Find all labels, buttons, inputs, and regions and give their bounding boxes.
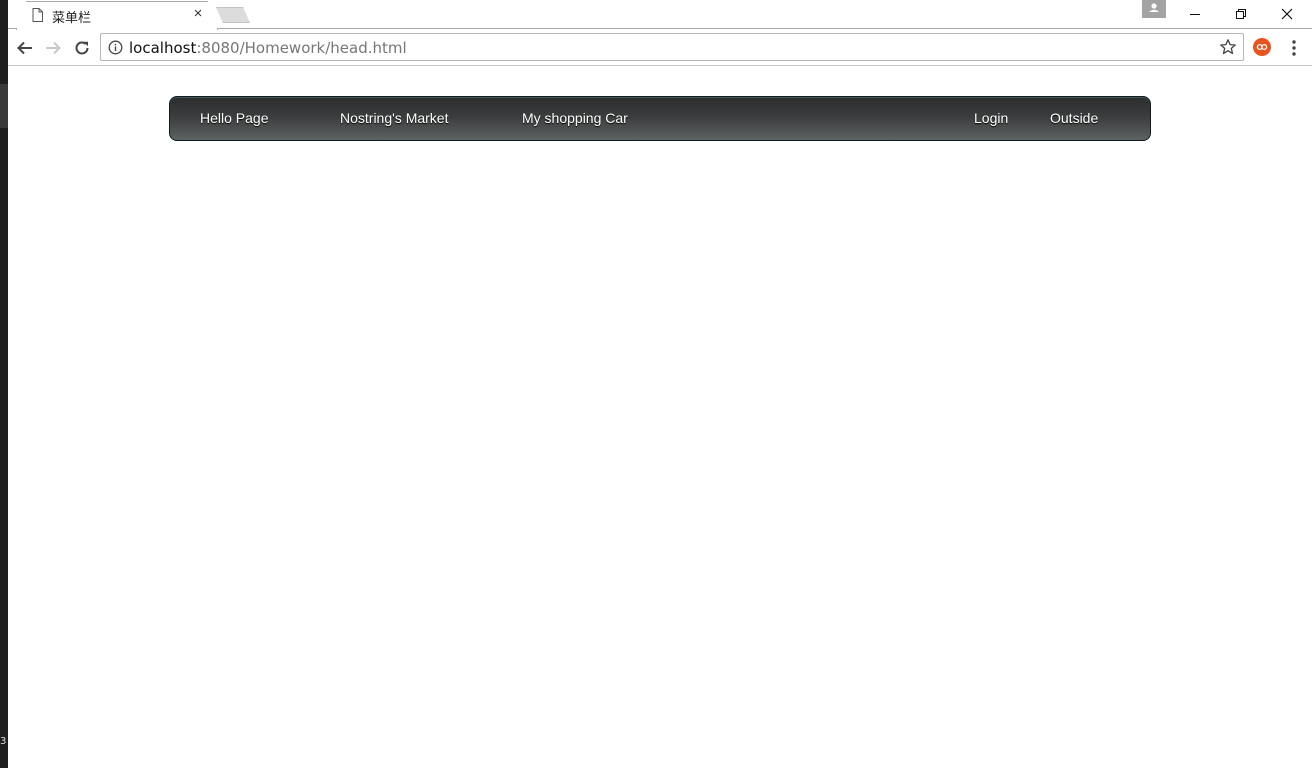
info-icon[interactable]: [108, 40, 123, 55]
close-window-button[interactable]: [1264, 0, 1310, 28]
url-text[interactable]: localhost:8080/Homework/head.html: [129, 39, 407, 57]
nav-link-shopping-car[interactable]: My shopping Car: [522, 110, 628, 126]
restore-button[interactable]: [1218, 0, 1264, 28]
menu-bar: Hello Page Nostring's Market My shopping…: [169, 96, 1151, 141]
url-path: :8080/Homework/head.html: [196, 39, 407, 57]
desktop-edge-digit: 3: [0, 736, 7, 747]
page-icon: [32, 8, 43, 22]
nav-link-nostrings-market[interactable]: Nostring's Market: [340, 110, 448, 126]
extension-icon[interactable]: [1253, 38, 1271, 56]
reload-icon: [75, 41, 89, 55]
tab-title: 菜单栏: [52, 11, 92, 26]
desktop-edge-highlight: [0, 84, 8, 128]
browser-window: 菜单栏 × localhost:8080/Homework/head.html …: [8, 0, 1312, 768]
tab-active[interactable]: 菜单栏 ×: [18, 1, 218, 29]
browser-toolbar: localhost:8080/Homework/head.html: [8, 30, 1312, 66]
url-host: localhost: [129, 39, 197, 57]
nav-link-hello-page[interactable]: Hello Page: [200, 110, 269, 126]
new-tab-button[interactable]: [216, 7, 250, 23]
arrow-left-icon: [17, 41, 32, 55]
minimize-button[interactable]: [1172, 0, 1218, 28]
star-icon[interactable]: [1219, 38, 1237, 56]
back-button[interactable]: [14, 37, 36, 59]
restore-icon: [1236, 9, 1246, 19]
arrow-right-icon: [46, 41, 61, 55]
page-content: Hello Page Nostring's Market My shopping…: [8, 67, 1312, 768]
tab-strip: 菜单栏 ×: [8, 0, 1312, 29]
address-bar[interactable]: localhost:8080/Homework/head.html: [100, 33, 1244, 61]
kebab-menu-icon[interactable]: [1284, 38, 1304, 58]
profile-icon[interactable]: [1142, 0, 1166, 18]
reload-button[interactable]: [71, 37, 93, 59]
close-icon: [1281, 8, 1293, 20]
nav-link-login[interactable]: Login: [974, 110, 1008, 126]
desktop-edge: 3: [0, 0, 8, 768]
forward-button[interactable]: [42, 37, 64, 59]
minimize-icon: [1190, 14, 1200, 15]
nav-link-outside[interactable]: Outside: [1050, 110, 1098, 126]
close-icon[interactable]: ×: [190, 6, 206, 22]
